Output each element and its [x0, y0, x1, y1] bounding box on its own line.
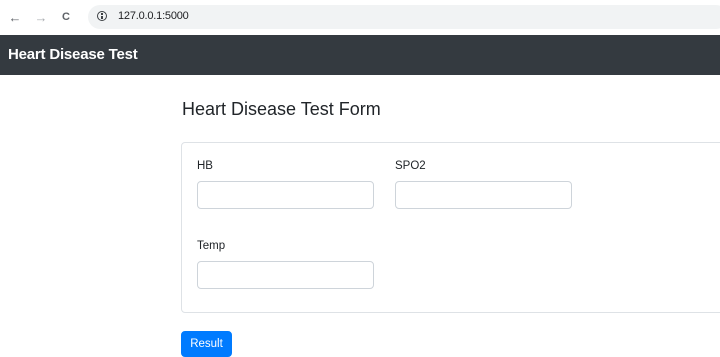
- site-info-icon[interactable]: [97, 11, 107, 21]
- temp-input[interactable]: [197, 261, 374, 289]
- temp-label: Temp: [197, 240, 226, 252]
- browser-toolbar: ← → C 127.0.0.1:5000: [0, 0, 720, 35]
- navbar: Heart Disease Test: [0, 35, 720, 75]
- reload-icon[interactable]: C: [57, 8, 75, 26]
- form-card: HB SPO2 Temp: [181, 142, 720, 313]
- url-text: 127.0.0.1:5000: [118, 10, 189, 22]
- navbar-brand[interactable]: Heart Disease Test: [8, 46, 138, 63]
- result-button[interactable]: Result: [181, 331, 232, 357]
- spo2-label: SPO2: [395, 160, 426, 172]
- hb-input[interactable]: [197, 181, 374, 209]
- back-arrow-icon[interactable]: ←: [6, 8, 24, 26]
- forward-arrow-icon[interactable]: →: [32, 8, 50, 26]
- hb-label: HB: [197, 160, 213, 172]
- page-title: Heart Disease Test Form: [182, 99, 381, 119]
- address-bar[interactable]: 127.0.0.1:5000: [88, 5, 720, 29]
- spo2-input[interactable]: [395, 181, 572, 209]
